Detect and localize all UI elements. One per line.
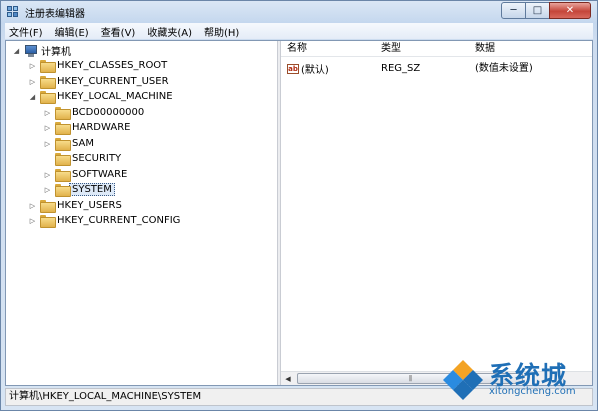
folder-icon <box>40 200 56 213</box>
column-data[interactable]: 数据 <box>469 41 592 56</box>
window-title: 注册表编辑器 <box>25 8 85 20</box>
tree-node-hku[interactable]: ▷ HKEY_USERS <box>28 198 122 213</box>
tree-node-hkcr[interactable]: ▷ HKEY_CLASSES_ROOT <box>28 58 167 73</box>
menu-file[interactable]: 文件(F) <box>5 24 49 39</box>
editor-content: ◢ 计算机 ▷ HKEY_CLASSES_ROOT ▷ HKEY_CURRENT… <box>5 40 593 386</box>
value-type: REG_SZ <box>381 62 421 74</box>
title-bar[interactable]: 注册表编辑器 ─ □ ✕ <box>1 1 597 23</box>
minimize-button[interactable]: ─ <box>501 2 526 19</box>
expand-icon[interactable]: ▷ <box>43 139 52 148</box>
status-path: 计算机\HKEY_LOCAL_MACHINE\SYSTEM <box>9 391 202 402</box>
collapse-icon[interactable]: ◢ <box>28 92 37 101</box>
value-name-cell: ab (默认) <box>281 61 375 76</box>
value-row[interactable]: ab (默认) REG_SZ (数值未设置) <box>281 61 592 76</box>
folder-icon <box>40 60 56 73</box>
expand-icon[interactable]: ▷ <box>28 77 37 86</box>
folder-open-icon <box>40 91 56 104</box>
tree-label: SAM <box>72 138 95 149</box>
tree-node-sam[interactable]: ▷ SAM <box>43 136 94 151</box>
values-list: 名称 类型 数据 ab (默认) REG_SZ (数值未设置) ◀ ||| <box>281 41 592 385</box>
expand-icon[interactable]: ▷ <box>28 201 37 210</box>
tree-node-system[interactable]: ▷ SYSTEM <box>43 182 115 197</box>
tree-label: HKEY_USERS <box>57 200 122 211</box>
tree-node-hardware[interactable]: ▷ HARDWARE <box>43 120 130 135</box>
expand-icon[interactable]: ▷ <box>43 170 52 179</box>
scroll-left-icon[interactable]: ◀ <box>281 375 295 383</box>
maximize-icon: □ <box>532 5 543 16</box>
maximize-button[interactable]: □ <box>525 2 550 19</box>
expand-icon[interactable]: ▷ <box>43 108 52 117</box>
close-button[interactable]: ✕ <box>549 2 591 19</box>
folder-icon <box>55 153 71 166</box>
tree-node-software[interactable]: ▷ SOFTWARE <box>43 167 127 182</box>
menu-view[interactable]: 查看(V) <box>95 24 142 39</box>
registry-editor-window: 注册表编辑器 ─ □ ✕ 文件(F) 编辑(E) 查看(V) 收藏夹(A) 帮助… <box>0 0 598 411</box>
tree-label: HKEY_LOCAL_MACHINE <box>57 91 173 102</box>
folder-icon <box>40 215 56 228</box>
tree-label: SOFTWARE <box>72 169 128 180</box>
watermark-url: xitongcheng.com <box>489 386 576 397</box>
expand-icon[interactable]: ▷ <box>28 216 37 225</box>
menu-help[interactable]: 帮助(H) <box>198 24 245 39</box>
folder-icon <box>55 122 71 135</box>
key-tree: ◢ 计算机 ▷ HKEY_CLASSES_ROOT ▷ HKEY_CURRENT… <box>6 41 277 385</box>
folder-icon <box>55 107 71 120</box>
watermark-diamond-icon <box>443 360 483 400</box>
column-type[interactable]: 类型 <box>375 41 469 56</box>
menu-edit[interactable]: 编辑(E) <box>49 24 95 39</box>
tree-node-bcd[interactable]: ▷ BCD00000000 <box>43 105 144 120</box>
window-controls: ─ □ ✕ <box>501 2 591 19</box>
value-name: (默认) <box>301 65 329 76</box>
tree-node-hkcc[interactable]: ▷ HKEY_CURRENT_CONFIG <box>28 213 180 228</box>
folder-icon <box>40 76 56 89</box>
tree-label: HKEY_CLASSES_ROOT <box>57 60 168 71</box>
tree-label-selected: SYSTEM <box>69 183 115 196</box>
ab-string-icon: ab <box>287 63 299 74</box>
tree-label: BCD00000000 <box>72 107 145 118</box>
expand-icon[interactable]: ▷ <box>28 61 37 70</box>
tree-label: HARDWARE <box>72 122 131 133</box>
computer-icon <box>24 44 38 57</box>
folder-icon <box>55 169 71 182</box>
tree-node-computer[interactable]: ◢ 计算机 <box>12 43 71 58</box>
minimize-icon: ─ <box>510 5 517 16</box>
menu-favorites[interactable]: 收藏夹(A) <box>141 24 198 39</box>
expand-icon[interactable]: ▷ <box>43 185 52 194</box>
close-icon: ✕ <box>565 5 575 16</box>
tree-label-computer: 计算机 <box>41 47 71 58</box>
tree-label: HKEY_CURRENT_CONFIG <box>57 215 181 226</box>
folder-icon <box>55 138 71 151</box>
column-name[interactable]: 名称 <box>281 41 375 56</box>
menu-bar: 文件(F) 编辑(E) 查看(V) 收藏夹(A) 帮助(H) <box>5 23 593 39</box>
tree-label: SECURITY <box>72 153 122 164</box>
tree-node-hkcu[interactable]: ▷ HKEY_CURRENT_USER <box>28 74 169 89</box>
expand-icon[interactable]: ▷ <box>43 123 52 132</box>
tree-node-security[interactable]: SECURITY <box>43 151 121 166</box>
watermark-logo: 系统城 xitongcheng.com <box>439 354 591 404</box>
value-data: (数值未设置) <box>475 62 533 74</box>
registry-app-icon <box>7 5 20 19</box>
collapse-icon[interactable]: ◢ <box>12 46 21 55</box>
column-header: 名称 类型 数据 <box>281 41 592 57</box>
tree-node-hklm[interactable]: ◢ HKEY_LOCAL_MACHINE <box>28 89 173 104</box>
tree-label: HKEY_CURRENT_USER <box>57 76 169 87</box>
folder-icon <box>55 184 71 197</box>
